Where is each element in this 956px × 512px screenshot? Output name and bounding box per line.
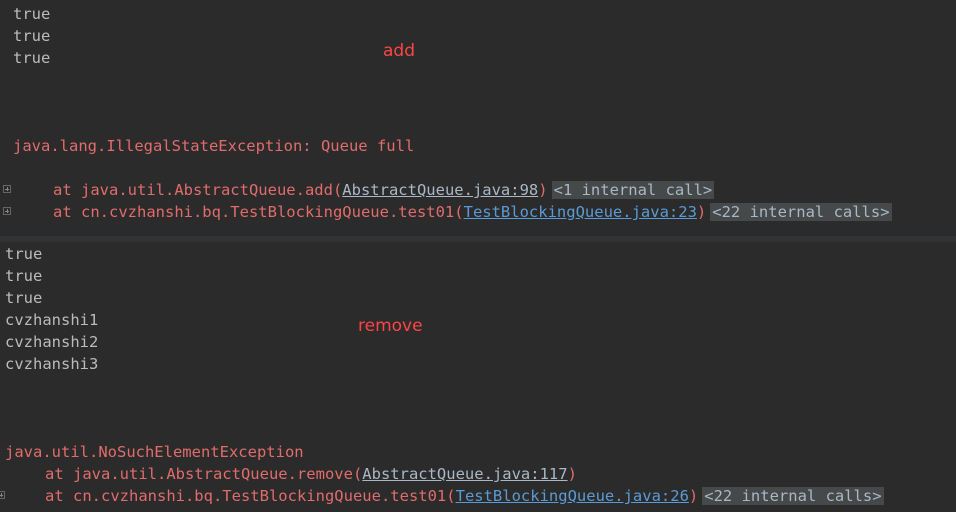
console-output-add: true true true add java.lang.IllegalStat… (0, 0, 956, 236)
internal-calls-hint[interactable]: <1 internal call> (551, 181, 715, 199)
output-line: true (13, 5, 51, 23)
annotation-remove: remove (358, 316, 423, 336)
output-line: cvzhanshi1 (5, 311, 99, 329)
output-line: true (13, 49, 51, 67)
output-line: true (13, 27, 51, 45)
output-line: true (5, 245, 43, 263)
source-link[interactable]: AbstractQueue.java:98 (342, 181, 538, 199)
exception-message: java.lang.IllegalStateException: Queue f… (13, 137, 415, 155)
output-line: true (5, 289, 43, 307)
internal-calls-hint[interactable]: <22 internal calls> (702, 487, 884, 505)
output-line: true (5, 267, 43, 285)
stack-trace-line: at java.util.AbstractQueue.add(AbstractQ… (53, 181, 715, 199)
annotation-add: add (383, 41, 415, 61)
exception-message: java.util.NoSuchElementException (5, 443, 304, 461)
source-link[interactable]: TestBlockingQueue.java:26 (456, 487, 689, 505)
output-line: cvzhanshi2 (5, 333, 99, 351)
stack-trace-line: at java.util.AbstractQueue.remove(Abstra… (45, 465, 577, 483)
expand-fold-icon[interactable] (0, 491, 5, 499)
internal-calls-hint[interactable]: <22 internal calls> (710, 203, 892, 221)
output-line: cvzhanshi3 (5, 355, 99, 373)
expand-fold-icon[interactable] (3, 207, 11, 215)
stack-trace-line: at cn.cvzhanshi.bq.TestBlockingQueue.tes… (45, 487, 884, 505)
stack-trace-line: at cn.cvzhanshi.bq.TestBlockingQueue.tes… (53, 203, 892, 221)
source-link[interactable]: TestBlockingQueue.java:23 (464, 203, 697, 221)
expand-fold-icon[interactable] (3, 185, 11, 193)
source-link[interactable]: AbstractQueue.java:117 (362, 465, 567, 483)
console-output-remove: true true true cvzhanshi1 cvzhanshi2 cvz… (0, 242, 956, 512)
